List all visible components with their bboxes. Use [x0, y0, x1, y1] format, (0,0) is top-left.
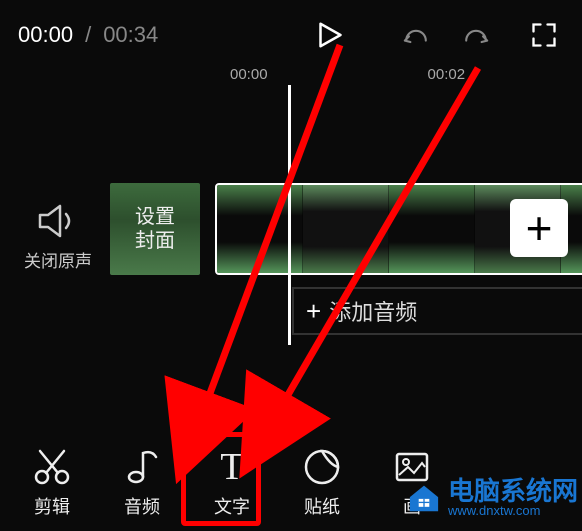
set-cover-button[interactable]: 设置 封面	[110, 183, 200, 275]
time-duration: 00:34	[103, 22, 158, 48]
tool-edit-label: 剪辑	[34, 493, 70, 519]
cover-label-line2: 封面	[135, 229, 175, 253]
scissors-icon	[32, 447, 72, 487]
timeline-ruler: 00:00 00:02	[230, 60, 582, 85]
time-current: 00:00	[18, 22, 73, 48]
play-icon	[313, 20, 343, 50]
add-audio-track[interactable]: + 添加音频	[292, 287, 582, 335]
fullscreen-button[interactable]	[524, 21, 564, 49]
watermark-brand: 电脑系统网	[448, 478, 578, 504]
redo-button[interactable]	[456, 26, 496, 44]
playhead[interactable]	[288, 85, 291, 345]
plus-icon: +	[526, 205, 553, 251]
undo-icon	[402, 26, 430, 44]
plus-icon: +	[306, 296, 321, 327]
redo-icon	[462, 26, 490, 44]
cover-label-line1: 设置	[135, 205, 175, 229]
speaker-icon	[34, 203, 82, 239]
watermark: 电脑系统网 www.dnxtw.com	[406, 478, 578, 517]
watermark-url: www.dnxtw.com	[448, 504, 578, 517]
add-audio-label: 添加音频	[329, 295, 417, 327]
tool-audio-label: 音频	[124, 493, 160, 519]
tool-sticker-label: 贴纸	[304, 493, 340, 519]
fullscreen-icon	[530, 21, 558, 49]
time-separator: /	[85, 22, 91, 48]
ruler-tick-1: 00:02	[428, 66, 466, 83]
add-clip-button[interactable]: +	[510, 199, 568, 257]
timeline[interactable]: 关闭原声 设置 封面 + + 添加音频	[0, 85, 582, 345]
tool-text-label: 文字	[214, 493, 250, 519]
mute-label: 关闭原声	[22, 247, 94, 272]
sticker-icon	[302, 447, 342, 487]
tool-audio[interactable]: 音频	[102, 447, 182, 519]
tool-edit[interactable]: 剪辑	[12, 447, 92, 519]
text-icon: T	[212, 447, 252, 487]
mute-audio[interactable]: 关闭原声	[22, 203, 94, 272]
play-button[interactable]	[308, 20, 348, 50]
music-note-icon	[122, 447, 162, 487]
top-bar: 00:00 / 00:34	[0, 0, 582, 60]
tool-text[interactable]: T 文字	[192, 447, 272, 519]
ruler-tick-0: 00:00	[230, 66, 268, 83]
tool-sticker[interactable]: 贴纸	[282, 447, 362, 519]
house-icon	[406, 483, 442, 513]
undo-button[interactable]	[396, 26, 436, 44]
